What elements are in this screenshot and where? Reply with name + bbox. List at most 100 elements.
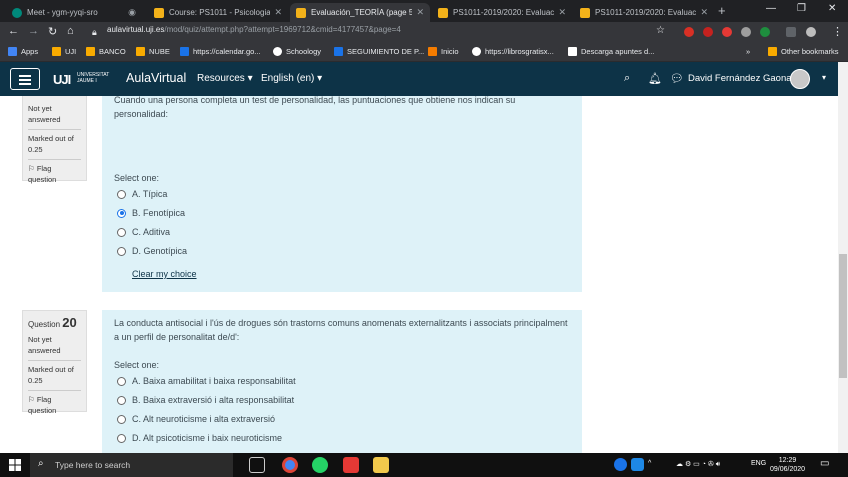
bookmarks-more[interactable]: »	[746, 47, 750, 56]
radio-button[interactable]	[117, 189, 126, 199]
restore-icon[interactable]: ❐	[797, 3, 806, 14]
language-indicator[interactable]: ENG	[751, 460, 766, 467]
back-icon[interactable]: ←	[8, 25, 19, 37]
bookmark-descarga[interactable]: Descarga apuntes d...	[568, 47, 654, 56]
answer-option[interactable]: C. Aditiva	[117, 227, 170, 237]
tab-evaluacion-3[interactable]: PS1011-2019/2020: Evaluación ✕	[574, 3, 714, 22]
messages-icon[interactable]: 💬︎	[670, 72, 684, 85]
radio-button[interactable]	[117, 246, 126, 256]
close-tab-icon[interactable]: ✕	[416, 7, 424, 18]
extension-icon[interactable]	[722, 27, 732, 37]
bookmark-uji[interactable]: UJI	[52, 47, 76, 56]
user-name[interactable]: David Fernández Gaona	[688, 73, 792, 84]
windows-start-icon[interactable]	[9, 459, 21, 471]
flag-question-link[interactable]: ⚐ Flag question	[28, 390, 81, 416]
extension-icon[interactable]	[741, 27, 751, 37]
home-icon[interactable]: ⌂	[67, 25, 74, 37]
close-window-icon[interactable]: ✕	[828, 3, 836, 14]
site-navbar: UJI UNIVERSITAT JAUME I AulaVirtual Resou…	[0, 62, 838, 96]
whatsapp-icon[interactable]	[312, 457, 328, 473]
answer-option[interactable]: A. Típica	[117, 189, 167, 199]
file-explorer-icon[interactable]	[373, 457, 389, 473]
profile-icon[interactable]	[806, 27, 816, 37]
question-info-panel: Question 20 Not yet answered Marked out …	[22, 310, 87, 415]
bookmark-nube[interactable]: NUBE	[136, 47, 170, 56]
schoology-icon	[273, 47, 282, 56]
radio-button[interactable]	[117, 414, 126, 424]
radio-button[interactable]	[117, 376, 126, 386]
address-bar[interactable]: aulavirtual.uji.es/mod/quiz/attempt.php?…	[107, 25, 401, 34]
close-tab-icon[interactable]: ✕	[700, 7, 708, 18]
bookmark-apps[interactable]: Apps	[8, 47, 38, 56]
acrobat-icon[interactable]	[343, 457, 359, 473]
avatar[interactable]	[790, 69, 810, 89]
radio-button-selected[interactable]	[117, 208, 126, 218]
help-icon[interactable]	[614, 458, 627, 471]
extension-icon[interactable]	[760, 27, 770, 37]
star-icon[interactable]: ☆	[656, 25, 665, 36]
new-tab-button[interactable]: +	[718, 3, 726, 18]
tab-evaluacion-2[interactable]: PS1011-2019/2020: Evaluación ✕	[432, 3, 572, 22]
more-menu-icon[interactable]: ⋮	[832, 25, 843, 38]
bookmark-schoology[interactable]: Schoology	[273, 47, 321, 56]
site-name[interactable]: AulaVirtual	[126, 71, 186, 85]
page-scrollbar[interactable]	[838, 62, 848, 453]
moodle-icon	[154, 7, 164, 18]
clear-choice-link[interactable]: Clear my choice	[132, 269, 197, 279]
search-icon[interactable]: ⌕	[624, 72, 630, 85]
menu-toggle-button[interactable]	[10, 68, 40, 90]
tray-app-icon[interactable]	[631, 458, 644, 471]
cast-icon[interactable]	[786, 27, 796, 37]
chrome-icon[interactable]	[282, 457, 298, 473]
bookmark-inicio[interactable]: Inicio	[428, 47, 459, 56]
bookmark-seguimiento[interactable]: SEGUIMIENTO DE P...	[334, 47, 424, 56]
radio-button[interactable]	[117, 433, 126, 443]
tab-course[interactable]: Course: PS1011 - Psicologia de ✕	[148, 3, 288, 22]
notifications-bell-icon[interactable]: 🔔︎	[648, 72, 662, 85]
flag-question-link[interactable]: ⚐ Flag question	[28, 159, 81, 185]
answer-option[interactable]: C. Alt neuroticisme i alta extraversió	[117, 414, 275, 424]
answer-option[interactable]: D. Alt psicoticisme i baix neuroticisme	[117, 433, 282, 443]
user-menu-caret[interactable]: ▾	[822, 73, 826, 82]
extension-icon[interactable]	[703, 27, 713, 37]
wuolah-icon	[568, 47, 577, 56]
notifications-icon[interactable]: ▭	[820, 458, 829, 469]
forward-icon[interactable]: →	[28, 25, 39, 37]
question-box: Cuando una persona completa un test de p…	[102, 96, 582, 292]
answer-option[interactable]: D. Genotípica	[117, 246, 187, 256]
quiz-content: Not yet answered Marked out of 0.25 ⚐ Fl…	[0, 96, 838, 453]
bookmark-banco[interactable]: BANCO	[86, 47, 126, 56]
answer-option[interactable]: B. Fenotípica	[117, 208, 185, 218]
tab-evaluacion-active[interactable]: Evaluación_TEORÍA (page 5 of ✕	[290, 3, 430, 22]
apps-grid-icon	[8, 47, 17, 56]
radio-button[interactable]	[117, 395, 126, 405]
close-tab-icon[interactable]: ✕	[558, 7, 566, 18]
radio-button[interactable]	[117, 227, 126, 237]
system-clock[interactable]: 12:29 09/06/2020	[770, 456, 805, 474]
bookmark-other[interactable]: Other bookmarks	[768, 47, 839, 56]
extension-icon[interactable]	[684, 27, 694, 37]
question-info-panel: Not yet answered Marked out of 0.25 ⚐ Fl…	[22, 96, 87, 184]
answer-option[interactable]: A. Baixa amabilitat i baixa responsabili…	[117, 376, 296, 386]
close-tab-icon[interactable]: ✕	[274, 7, 282, 18]
tray-icons[interactable]: ☁ ⚙ ▭ ◔ ✇ 🔊︎	[676, 460, 720, 469]
tray-arrow-icon[interactable]: ^	[648, 460, 651, 467]
reload-icon[interactable]: ↻	[48, 25, 57, 38]
minimize-icon[interactable]: —	[766, 3, 776, 14]
moodle-icon	[580, 7, 590, 18]
taskbar-search-box[interactable]: ⌕ Type here to search	[30, 453, 233, 477]
answer-option[interactable]: B. Baixa extraversió i alta responsabili…	[117, 395, 294, 405]
task-view-icon[interactable]	[249, 457, 265, 473]
tab-meet[interactable]: Meet - ygm-yyqi-sro ◉	[6, 3, 142, 22]
language-menu[interactable]: English (en) ▾	[261, 73, 322, 84]
moodle-icon	[296, 7, 306, 18]
uji-logo[interactable]: UJI	[53, 72, 71, 87]
scrollbar-thumb[interactable]	[839, 254, 847, 378]
meet-icon	[12, 7, 22, 18]
bookmark-libros[interactable]: https://librosgratisx...	[472, 47, 554, 56]
calendar-icon	[334, 47, 343, 56]
windows-taskbar: ⌕ Type here to search ^ ☁ ⚙ ▭ ◔ ✇ 🔊︎ ENG…	[0, 453, 848, 477]
resources-menu[interactable]: Resources ▾	[197, 73, 253, 84]
question-marks: Marked out of 0.25	[28, 129, 81, 155]
bookmark-calendar[interactable]: https://calendar.go...	[180, 47, 261, 56]
